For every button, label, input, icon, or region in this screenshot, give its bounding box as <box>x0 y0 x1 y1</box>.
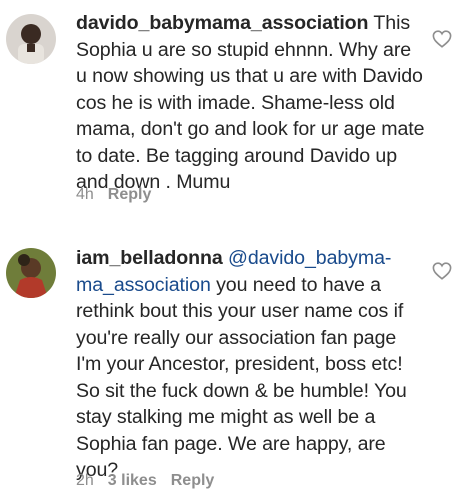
comment-time: 4h <box>76 186 94 203</box>
comment-body: you need to have a rethink bout this you… <box>76 273 407 482</box>
comment-username[interactable]: iam_belladonna <box>76 247 223 269</box>
comment-time: 2h <box>76 472 94 489</box>
comment-text: davido_babymama_association This Sophia … <box>76 10 426 196</box>
avatar[interactable] <box>6 248 56 298</box>
heart-outline-icon[interactable] <box>432 262 452 280</box>
likes-count[interactable]: 3 likes <box>108 472 157 489</box>
reply-button[interactable]: Reply <box>108 186 152 203</box>
comment-meta: 4h Reply <box>76 186 151 204</box>
comment-username[interactable]: davido_babymama_association <box>76 12 369 34</box>
reply-button[interactable]: Reply <box>171 472 215 489</box>
comment-body: This Sophia u are so stupid ehnnn. Why a… <box>76 12 425 193</box>
comment-text: iam_belladonna @davido_babyma-ma_associa… <box>76 245 426 484</box>
comment-meta: 2h 3 likes Reply <box>76 472 214 490</box>
avatar[interactable] <box>6 14 56 64</box>
heart-outline-icon[interactable] <box>432 30 452 48</box>
